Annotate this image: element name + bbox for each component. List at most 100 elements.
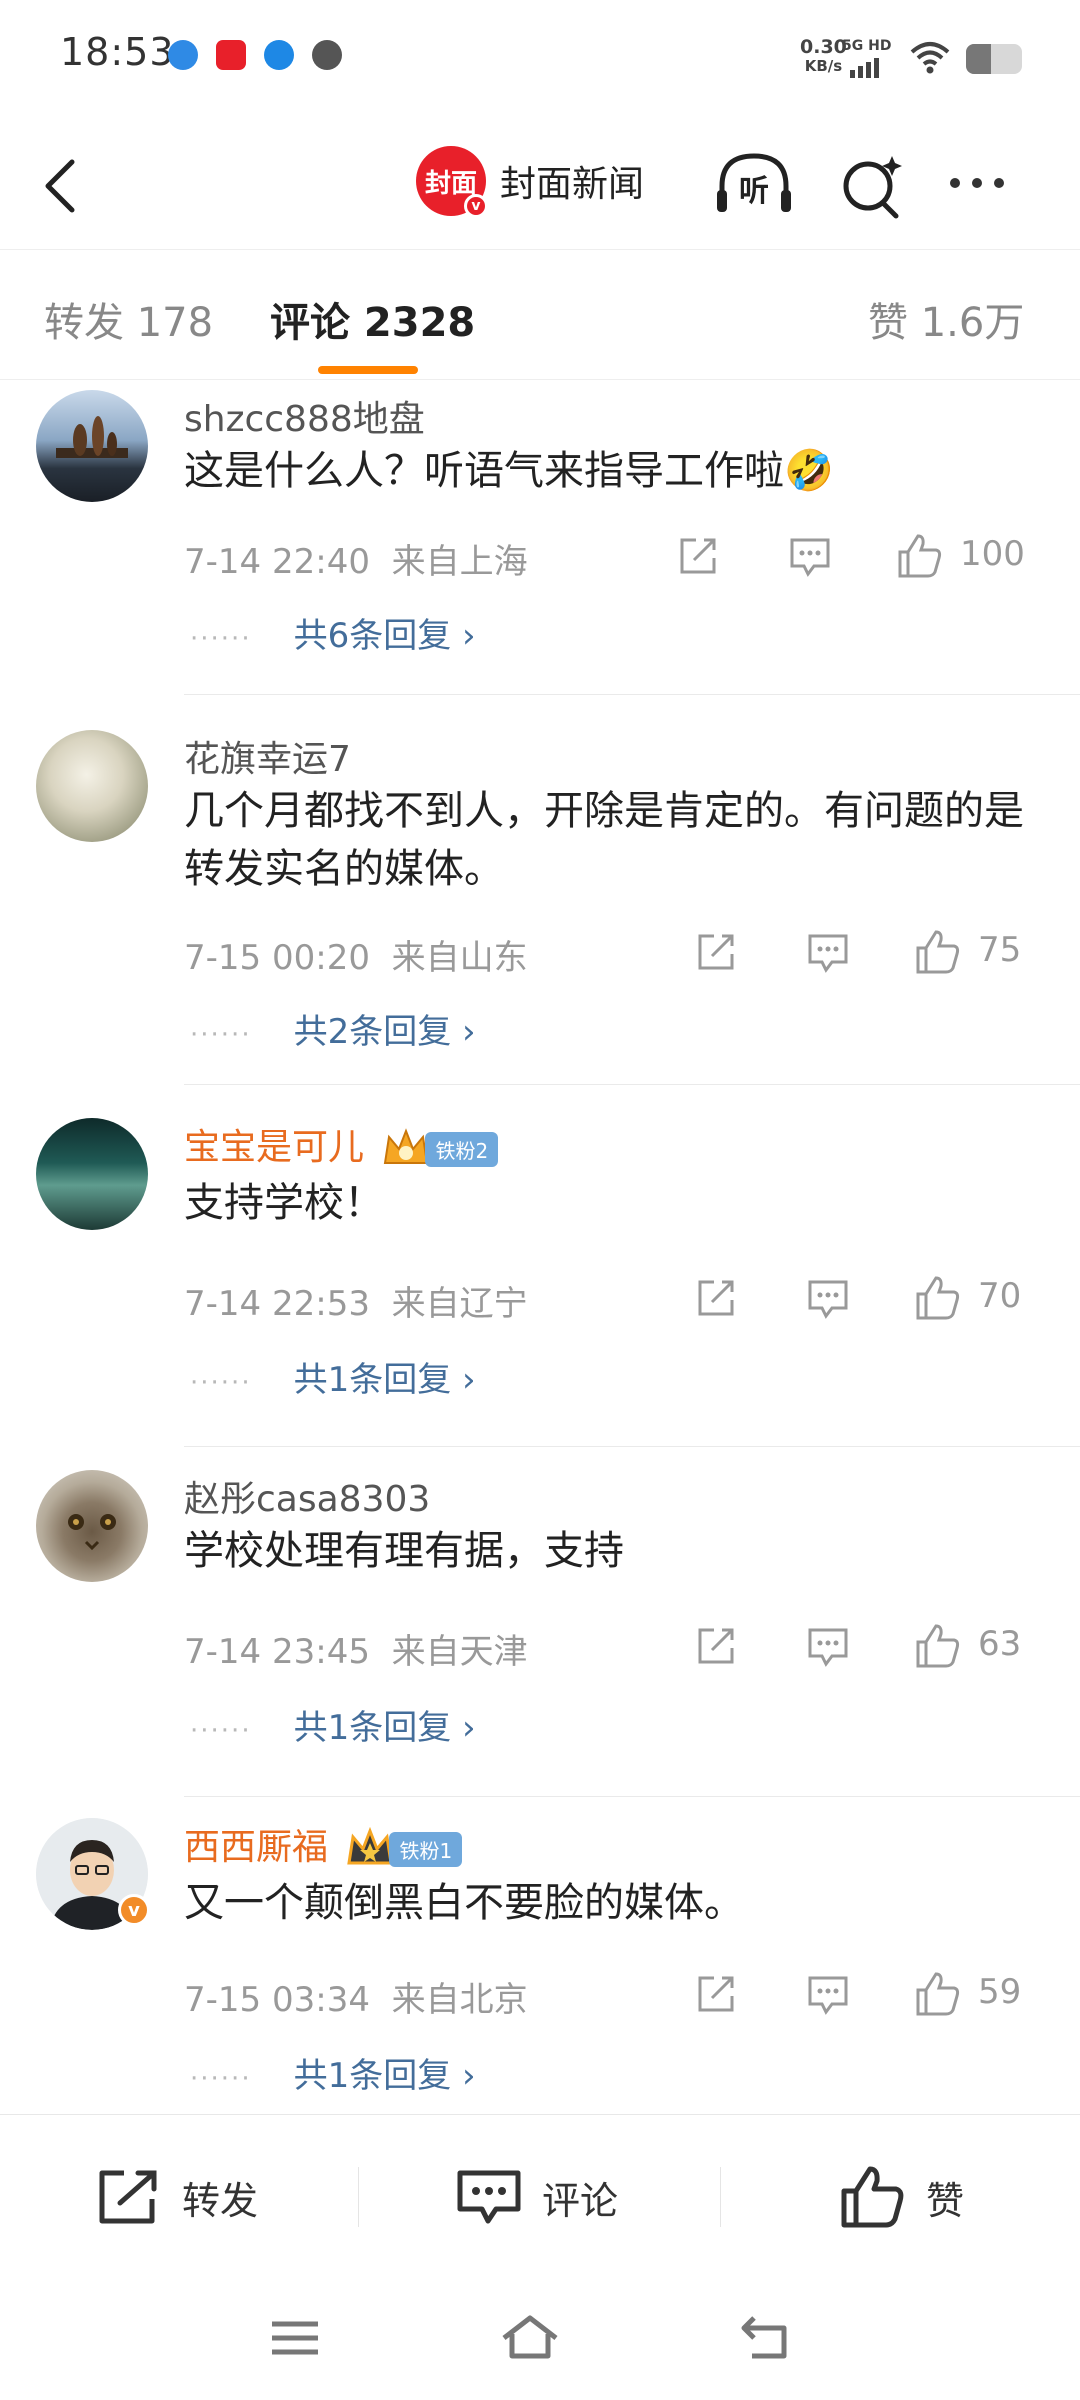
view-replies-link[interactable]: ······ 共2条回复 ›	[190, 1004, 476, 1053]
comment-username[interactable]: 宝宝是可儿 铁粉2	[184, 1118, 499, 1171]
active-tab-indicator	[318, 366, 418, 374]
avatar[interactable]	[36, 730, 148, 842]
comment-meta: 7-14 22:40 来自上海	[184, 534, 528, 583]
like-icon[interactable]	[914, 1622, 962, 1670]
like-count: 70	[978, 1276, 1022, 1316]
search-icon[interactable]	[838, 152, 908, 222]
comment-icon[interactable]	[788, 534, 832, 578]
home-icon[interactable]	[500, 2314, 560, 2360]
like-icon	[841, 2166, 904, 2228]
view-replies-link[interactable]: ······ 共1条回复 ›	[190, 1700, 476, 1749]
replies-count: 共6条回复	[293, 616, 452, 656]
comment-text[interactable]: 几个月都找不到人，开除是肯定的。有问题的是转发实名的媒体。	[184, 782, 1044, 898]
tab-comments[interactable]: 评论 2328	[270, 290, 475, 348]
forward-icon[interactable]	[694, 1276, 738, 1320]
comment-item: 宝宝是可儿 铁粉2 支持学校！ 7-14 22:53 来自辽宁 70 ·····…	[0, 1104, 1080, 1448]
like-label: 赞	[926, 2178, 965, 2223]
view-replies-link[interactable]: ······ 共6条回复 ›	[190, 608, 476, 657]
forward-icon[interactable]	[694, 1972, 738, 2016]
top-nav-bar: 封面 v 封面新闻 听	[0, 116, 1080, 250]
view-replies-link[interactable]: ······ 共1条回复 ›	[190, 2048, 476, 2097]
separator	[358, 2167, 359, 2227]
like-icon[interactable]	[914, 1274, 962, 1322]
network-speed-unit: KB/s	[804, 57, 843, 75]
forward-icon[interactable]	[676, 534, 720, 578]
divider	[184, 1446, 1080, 1447]
brand-name[interactable]: 封面新闻	[500, 155, 644, 207]
like-icon[interactable]	[914, 1970, 962, 2018]
fan-level-badge: 铁粉2	[425, 1131, 499, 1167]
avatar[interactable]	[36, 390, 148, 502]
tab-bar: 转发 178 评论 2328 赞 1.6万	[0, 250, 1080, 380]
comment-item: shzcc888地盘 这是什么人？听语气来指导工作啦🤣 7-14 22:40 来…	[0, 380, 1080, 696]
more-options-icon[interactable]	[950, 178, 1004, 188]
menu-icon[interactable]	[270, 2318, 320, 2358]
comment-time: 7-14 22:40	[184, 542, 370, 582]
comment-icon	[457, 2170, 521, 2224]
like-count: 63	[978, 1624, 1022, 1664]
comment-meta: 7-14 23:45 来自天津	[184, 1624, 528, 1673]
comment-item: 赵彤casa8303 学校处理有理有据，支持 7-14 23:45 来自天津 6…	[0, 1456, 1080, 1800]
tab-likes[interactable]: 赞 1.6万	[868, 290, 1024, 348]
comment-button[interactable]: 评论	[456, 2115, 618, 2279]
comment-icon[interactable]	[806, 1276, 850, 1320]
avatar[interactable]	[36, 1118, 148, 1230]
comment-icon[interactable]	[806, 1972, 850, 2016]
comment-username[interactable]: shzcc888地盘	[184, 390, 425, 442]
comment-meta: 7-14 22:53 来自辽宁	[184, 1276, 528, 1325]
divider	[184, 694, 1080, 695]
browser-notification-icon	[168, 40, 198, 70]
comment-text[interactable]: 支持学校！	[184, 1174, 1044, 1232]
replies-count: 共2条回复	[293, 1012, 452, 1052]
notification-icons	[168, 40, 342, 70]
like-count: 59	[978, 1972, 1022, 2012]
brand-avatar[interactable]: 封面 v	[416, 146, 488, 218]
battery-icon	[966, 44, 1022, 74]
comment-icon[interactable]	[806, 1624, 850, 1668]
like-count: 100	[960, 534, 1025, 574]
like-button[interactable]: 赞	[840, 2115, 964, 2279]
avatar[interactable]: v	[36, 1818, 150, 1930]
comment-label: 评论	[542, 2178, 619, 2223]
comment-text[interactable]: 这是什么人？听语气来指导工作啦🤣	[184, 442, 1044, 500]
forward-button[interactable]: 转发	[96, 2115, 258, 2279]
forward-label: 转发	[182, 2178, 259, 2223]
comment-time: 7-14 22:53	[184, 1284, 370, 1324]
comment-username-text[interactable]: 宝宝是可儿	[184, 1127, 364, 1168]
avatar[interactable]	[36, 1470, 148, 1582]
comment-location: 来自上海	[391, 542, 528, 582]
comment-location: 来自山东	[391, 938, 528, 978]
back-nav-icon[interactable]	[740, 2314, 790, 2360]
comment-text[interactable]: 学校处理有理有据，支持	[184, 1522, 1044, 1580]
back-arrow-icon[interactable]	[36, 156, 86, 216]
listen-button[interactable]: 听	[714, 150, 794, 220]
brand-logo-text: 封面	[424, 168, 477, 199]
wifi-icon	[910, 42, 950, 74]
message-notification-icon	[312, 40, 342, 70]
account-header[interactable]: 封面 v 封面新闻	[416, 146, 644, 218]
comment-meta: 7-15 03:34 来自北京	[184, 1972, 528, 2021]
fan-level-badge: 铁粉1	[389, 1831, 463, 1867]
network-speed-value: 0.30	[800, 36, 847, 58]
bottom-action-bar: 转发 评论 赞	[0, 2114, 1080, 2278]
verified-badge-icon: v	[118, 1894, 150, 1926]
shopping-notification-icon	[216, 40, 246, 70]
tab-forward[interactable]: 转发 178	[44, 290, 213, 348]
comment-location: 来自北京	[391, 1980, 528, 2020]
comment-username-text[interactable]: 西西厮福	[184, 1827, 328, 1868]
forward-icon[interactable]	[694, 930, 738, 974]
comment-username[interactable]: 西西厮福 铁粉1	[184, 1818, 463, 1871]
comment-text[interactable]: 又一个颠倒黑白不要脸的媒体。	[184, 1874, 1044, 1932]
comment-time: 7-15 03:34	[184, 1980, 370, 2020]
system-navigation-bar	[0, 2278, 1080, 2400]
comment-username[interactable]: 花旗幸运7	[184, 730, 351, 782]
like-icon[interactable]	[914, 928, 962, 976]
comment-icon[interactable]	[806, 930, 850, 974]
comment-username[interactable]: 赵彤casa8303	[184, 1470, 430, 1522]
avatar-image	[56, 416, 128, 458]
forward-icon[interactable]	[694, 1624, 738, 1668]
like-icon[interactable]	[896, 532, 944, 580]
divider	[184, 1796, 1080, 1797]
view-replies-link[interactable]: ······ 共1条回复 ›	[190, 1352, 476, 1401]
comment-location: 来自辽宁	[391, 1284, 528, 1324]
